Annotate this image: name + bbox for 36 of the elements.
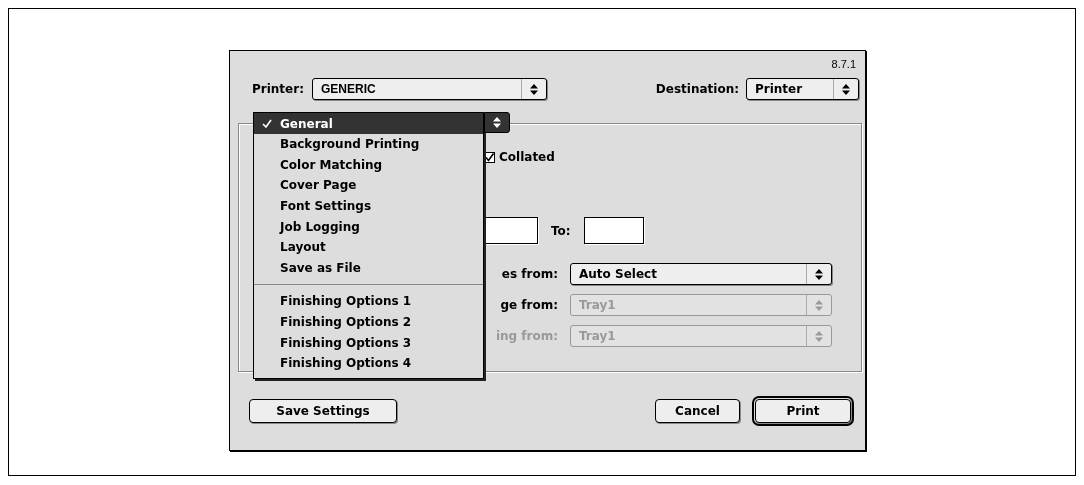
updown-arrows-icon (815, 330, 823, 342)
panel-popup-button[interactable] (484, 112, 510, 133)
menu-item[interactable]: Color Matching (254, 154, 483, 176)
menu-item[interactable]: Finishing Options 3 (254, 332, 483, 353)
checkbox-label: Collated (499, 149, 555, 165)
button[interactable]: Cancel (655, 399, 740, 423)
to-label: To: (551, 222, 571, 239)
menu-item[interactable]: Finishing Options 1 (254, 291, 483, 312)
printer-label: Printer: (252, 81, 304, 97)
destination-popup[interactable]: Printer (746, 78, 859, 100)
menu-item[interactable]: Job Logging (254, 216, 483, 237)
button[interactable]: Print (755, 399, 851, 423)
menu-item[interactable]: Background Printing (254, 134, 483, 155)
source-label: ge from: (499, 297, 558, 313)
updown-arrows-icon (815, 299, 823, 311)
source-label: es from: (500, 266, 558, 282)
menu-item[interactable]: Layout (254, 236, 483, 258)
input-field[interactable] (484, 217, 538, 244)
input-field[interactable] (583, 217, 644, 244)
updown-arrows-icon (815, 268, 823, 280)
destination-label: Destination: (655, 81, 739, 97)
checkmark-icon (262, 119, 272, 128)
source-label: ing from: (494, 328, 558, 344)
source-popup[interactable]: Auto Select (570, 263, 832, 285)
updown-arrows-icon (529, 83, 538, 95)
menu-item[interactable]: Finishing Options 2 (254, 311, 483, 333)
printer-model-popup[interactable]: GENERIC (311, 78, 547, 100)
menu-item[interactable]: Font Settings (254, 195, 483, 217)
menu-item[interactable]: Save as File (254, 257, 483, 279)
version-label: 8.7.1 (831, 57, 856, 71)
menu-item[interactable]: Finishing Options 4 (254, 352, 483, 374)
updown-arrows-icon (842, 83, 850, 95)
menu-item[interactable]: General (254, 113, 483, 134)
button[interactable]: Save Settings (249, 399, 397, 423)
updown-arrows-icon (493, 117, 501, 128)
menu-item[interactable]: Cover Page (254, 175, 483, 196)
